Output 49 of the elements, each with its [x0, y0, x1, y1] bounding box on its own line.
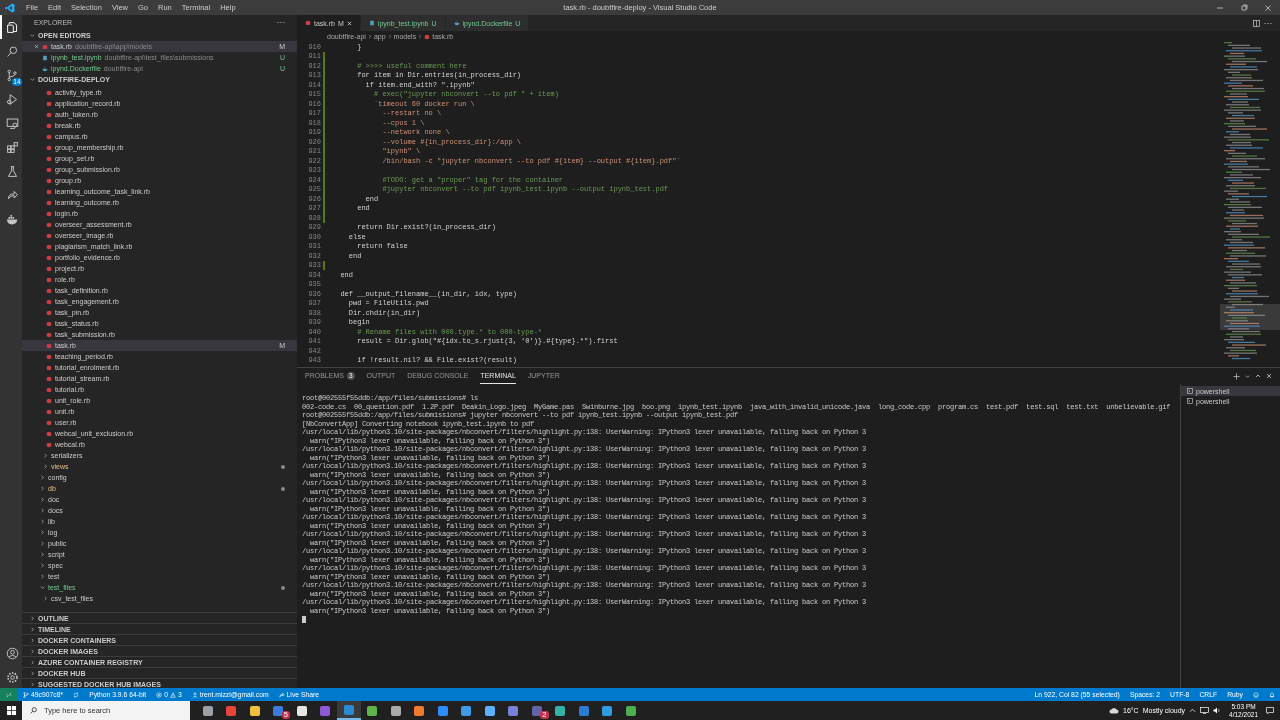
- smiley-icon: [1253, 691, 1259, 698]
- caret-icon[interactable]: [1189, 708, 1197, 713]
- network-icon[interactable]: [1200, 707, 1210, 714]
- branch-icon: [23, 691, 29, 698]
- cloud-icon: [1109, 707, 1120, 714]
- more-icon[interactable]: [1264, 21, 1272, 25]
- chevron-icon: [367, 34, 372, 39]
- windows-logo-icon[interactable]: [6, 706, 16, 715]
- terminal-cursor: [302, 616, 306, 623]
- sync-icon: [73, 691, 80, 698]
- play-bug-icon: [5, 92, 19, 106]
- settings-icon: [5, 670, 19, 684]
- warning-icon: [169, 691, 176, 698]
- app-logo-icon: [5, 2, 15, 13]
- chevron-icon: [30, 77, 35, 82]
- chevron-icon[interactable]: [1245, 373, 1250, 379]
- file-icon: [453, 20, 460, 26]
- ruby-file-icon: [424, 33, 431, 40]
- taskbar-app[interactable]: [337, 701, 361, 720]
- chevron-icon: [387, 34, 392, 39]
- terminal-icon: [1187, 398, 1193, 404]
- share-arrow-icon: [278, 691, 285, 698]
- plus-icon[interactable]: [1233, 372, 1240, 380]
- remote-icon: [6, 691, 12, 698]
- flask-icon: [5, 164, 19, 178]
- close-icon[interactable]: [34, 44, 39, 49]
- search-icon: [5, 44, 19, 58]
- monitor-icon: [5, 116, 19, 130]
- terminal-icon: [1187, 388, 1193, 394]
- file-icon: [368, 20, 375, 26]
- files-icon: [5, 20, 19, 34]
- share-arrow-icon: [5, 188, 19, 202]
- bell-icon: [1269, 691, 1275, 698]
- chevron-icon: [418, 34, 423, 39]
- file-icon: [305, 20, 311, 26]
- maximize-panel-icon[interactable]: [1255, 373, 1261, 379]
- more-icon[interactable]: [277, 21, 285, 24]
- search-icon: [30, 707, 37, 714]
- chevron-icon: [30, 33, 35, 38]
- close-icon[interactable]: [1266, 373, 1272, 379]
- branch-icon: [5, 68, 19, 82]
- whale-icon: [5, 212, 19, 226]
- split-editor-icon[interactable]: [1253, 19, 1260, 27]
- blocks-icon: [5, 140, 19, 154]
- person-icon: [191, 691, 198, 698]
- speaker-icon[interactable]: [1213, 707, 1222, 714]
- notification-icon[interactable]: [1266, 707, 1274, 714]
- account-icon: [5, 646, 19, 660]
- error-icon: [156, 691, 163, 698]
